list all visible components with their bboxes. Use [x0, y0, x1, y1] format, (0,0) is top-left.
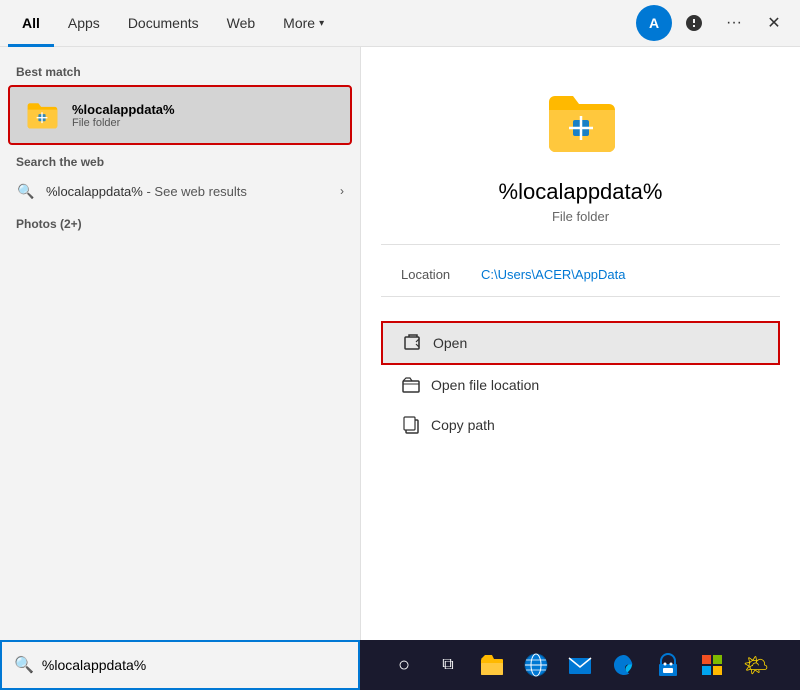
feedback-button[interactable]: [676, 5, 712, 41]
search-bar-icon: 🔍: [14, 655, 34, 675]
search-input[interactable]: [42, 657, 346, 673]
best-match-text: %localappdata% File folder: [72, 102, 175, 129]
open-file-location-label: Open file location: [431, 377, 539, 393]
tab-web[interactable]: Web: [213, 0, 270, 47]
taskbar-store-icon[interactable]: [650, 647, 686, 683]
chevron-right-icon: ›: [340, 184, 344, 198]
tab-apps[interactable]: Apps: [54, 0, 114, 47]
divider: [381, 244, 780, 245]
left-panel: Best match %localappdata% File folder: [0, 47, 360, 690]
location-value[interactable]: C:\Users\ACER\AppData: [481, 267, 626, 282]
nav-right-controls: A ··· ✕: [636, 5, 792, 41]
search-bar: 🔍: [0, 640, 360, 690]
photos-label: Photos (2+): [0, 209, 360, 235]
action-buttons: Open Open file location: [381, 321, 780, 445]
best-match-title: %localappdata%: [72, 102, 175, 117]
open-label: Open: [433, 335, 467, 351]
open-file-location-button[interactable]: Open file location: [381, 365, 780, 405]
close-button[interactable]: ✕: [756, 5, 792, 41]
search-window: All Apps Documents Web More ▾ A ···: [0, 0, 800, 690]
best-match-label: Best match: [0, 57, 360, 83]
taskbar-taskview-icon[interactable]: ⧉: [430, 647, 466, 683]
content-area: Best match %localappdata% File folder: [0, 47, 800, 690]
result-title: %localappdata%: [499, 179, 663, 205]
tab-more[interactable]: More ▾: [269, 0, 338, 47]
best-match-subtitle: File folder: [72, 117, 175, 129]
copy-path-label: Copy path: [431, 417, 495, 433]
taskbar-weather-icon[interactable]: 🌤: [738, 647, 774, 683]
tab-all[interactable]: All: [8, 0, 54, 47]
web-search-label: Search the web: [0, 147, 360, 173]
user-avatar[interactable]: A: [636, 5, 672, 41]
taskbar-search-icon[interactable]: ○: [386, 647, 422, 683]
divider-2: [381, 296, 780, 297]
ellipsis-button[interactable]: ···: [716, 5, 752, 41]
right-content: %localappdata% File folder Location C:\U…: [361, 47, 800, 465]
search-circle-icon: 🔍: [16, 181, 36, 201]
info-row-location: Location C:\Users\ACER\AppData: [381, 261, 780, 288]
taskbar-tiles-icon[interactable]: [694, 647, 730, 683]
open-button[interactable]: Open: [381, 321, 780, 365]
result-subtitle: File folder: [552, 209, 609, 224]
best-match-item[interactable]: %localappdata% File folder: [8, 85, 352, 145]
taskbar-browser-icon[interactable]: [518, 647, 554, 683]
chevron-down-icon: ▾: [319, 18, 324, 29]
folder-icon-large: [536, 77, 626, 167]
open-file-location-icon: [401, 375, 421, 395]
tab-documents[interactable]: Documents: [114, 0, 213, 47]
taskbar-mail-icon[interactable]: [562, 647, 598, 683]
right-panel: %localappdata% File folder Location C:\U…: [360, 47, 800, 690]
copy-path-button[interactable]: Copy path: [381, 405, 780, 445]
web-search-text: %localappdata% - See web results: [46, 184, 247, 199]
taskbar-edge-icon[interactable]: [606, 647, 642, 683]
taskbar: ○ ⧉: [360, 640, 800, 690]
open-icon: [403, 333, 423, 353]
folder-icon-small: [22, 95, 62, 135]
web-search-item[interactable]: 🔍 %localappdata% - See web results ›: [0, 173, 360, 209]
copy-path-icon: [401, 415, 421, 435]
nav-tabs: All Apps Documents Web More ▾ A ···: [0, 0, 800, 47]
location-label: Location: [401, 267, 481, 282]
taskbar-explorer-icon[interactable]: [474, 647, 510, 683]
